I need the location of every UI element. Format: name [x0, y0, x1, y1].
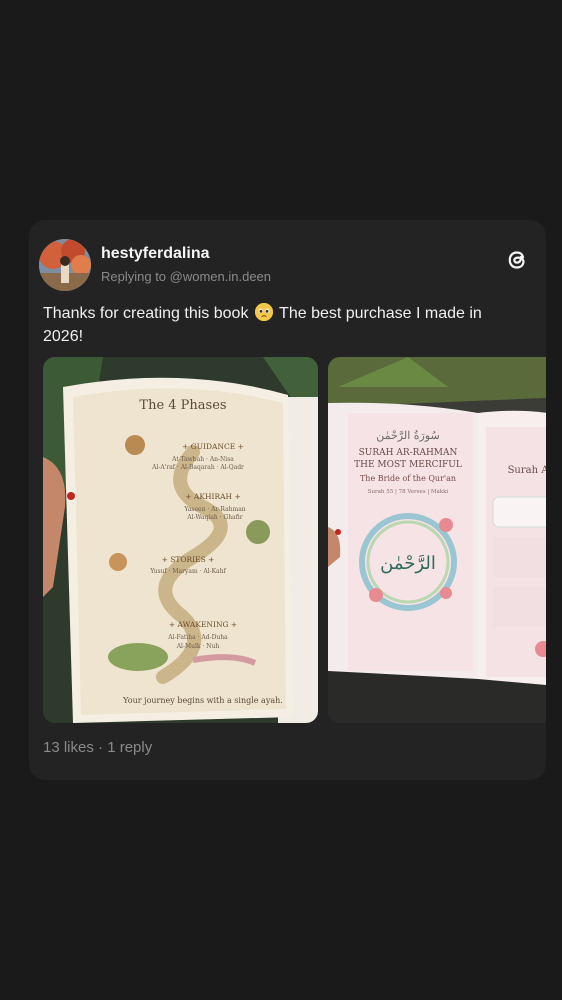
arabic-title: سُورَةُ الرَّحْمٰن	[376, 429, 439, 442]
page-title: The 4 Phases	[139, 398, 226, 413]
page-footer: Your journey begins with a single ayah.	[122, 696, 283, 705]
svg-text:Al-Mulk · Nuh: Al-Mulk · Nuh	[176, 643, 220, 650]
replies-count[interactable]: 1 reply	[107, 739, 152, 756]
image-carousel[interactable]: The 4 Phases + GUIDANCE + At-Tawbah · An…	[43, 357, 546, 724]
page-subtitle: The Bride of the Qur'an	[360, 474, 456, 483]
phase-awakening-title: + AWAKENING +	[169, 620, 237, 629]
svg-text:At-Tawbah · An-Nisa: At-Tawbah · An-Nisa	[171, 456, 234, 463]
thread-post-card[interactable]: hestyferdalina Replying to @women.in.dee…	[29, 220, 546, 780]
username[interactable]: hestyferdalina	[101, 245, 209, 263]
phase-akhirah-title: + AKHIRAH +	[185, 492, 240, 501]
replying-to-label[interactable]: Replying to @women.in.deen	[101, 269, 271, 284]
arabic-calligraphy: الرَّحْمٰن	[380, 553, 436, 574]
post-text-part1: Thanks for creating this book	[43, 305, 249, 322]
book-photo-4-phases[interactable]: The 4 Phases + GUIDANCE + At-Tawbah · An…	[43, 357, 318, 723]
book-photo-surah-ar-rahman[interactable]: سُورَةُ الرَّحْمٰن SURAH AR-RAHMAN THE M…	[328, 357, 546, 723]
page-title-line1: SURAH AR-RAHMAN	[359, 448, 458, 458]
avatar[interactable]	[39, 239, 91, 291]
post-stats: 13 likes · 1 reply	[43, 739, 152, 756]
svg-text:Al-A'raf · Al-Baqarah · Al-Qad: Al-A'raf · Al-Baqarah · Al-Qadr	[151, 464, 244, 471]
page-title-line2: THE MOST MERCIFUL	[354, 460, 462, 470]
phase-guidance-title: + GUIDANCE +	[182, 442, 244, 451]
right-page-title: Surah A	[508, 465, 546, 476]
likes-count[interactable]: 13 likes	[43, 739, 94, 756]
svg-text:Al-Waqiah · Ghafir: Al-Waqiah · Ghafir	[186, 514, 242, 521]
stats-separator: ·	[93, 739, 108, 756]
phase-stories-surahs: Yusuf · Maryam · Al-Kahf	[149, 568, 226, 575]
threads-logo-icon[interactable]	[502, 245, 532, 275]
phase-stories-title: + STORIES +	[162, 555, 215, 564]
svg-text:Yaseen · Ar-Rahman: Yaseen · Ar-Rahman	[183, 506, 245, 513]
svg-text:Al-Fatiha · Ad-Duha: Al-Fatiha · Ad-Duha	[167, 634, 228, 641]
page-meta: Surah 55 | 78 Verses | Makki	[368, 489, 449, 495]
pleading-face-emoji-icon	[254, 303, 273, 321]
post-text: Thanks for creating this book The best p…	[43, 302, 513, 348]
